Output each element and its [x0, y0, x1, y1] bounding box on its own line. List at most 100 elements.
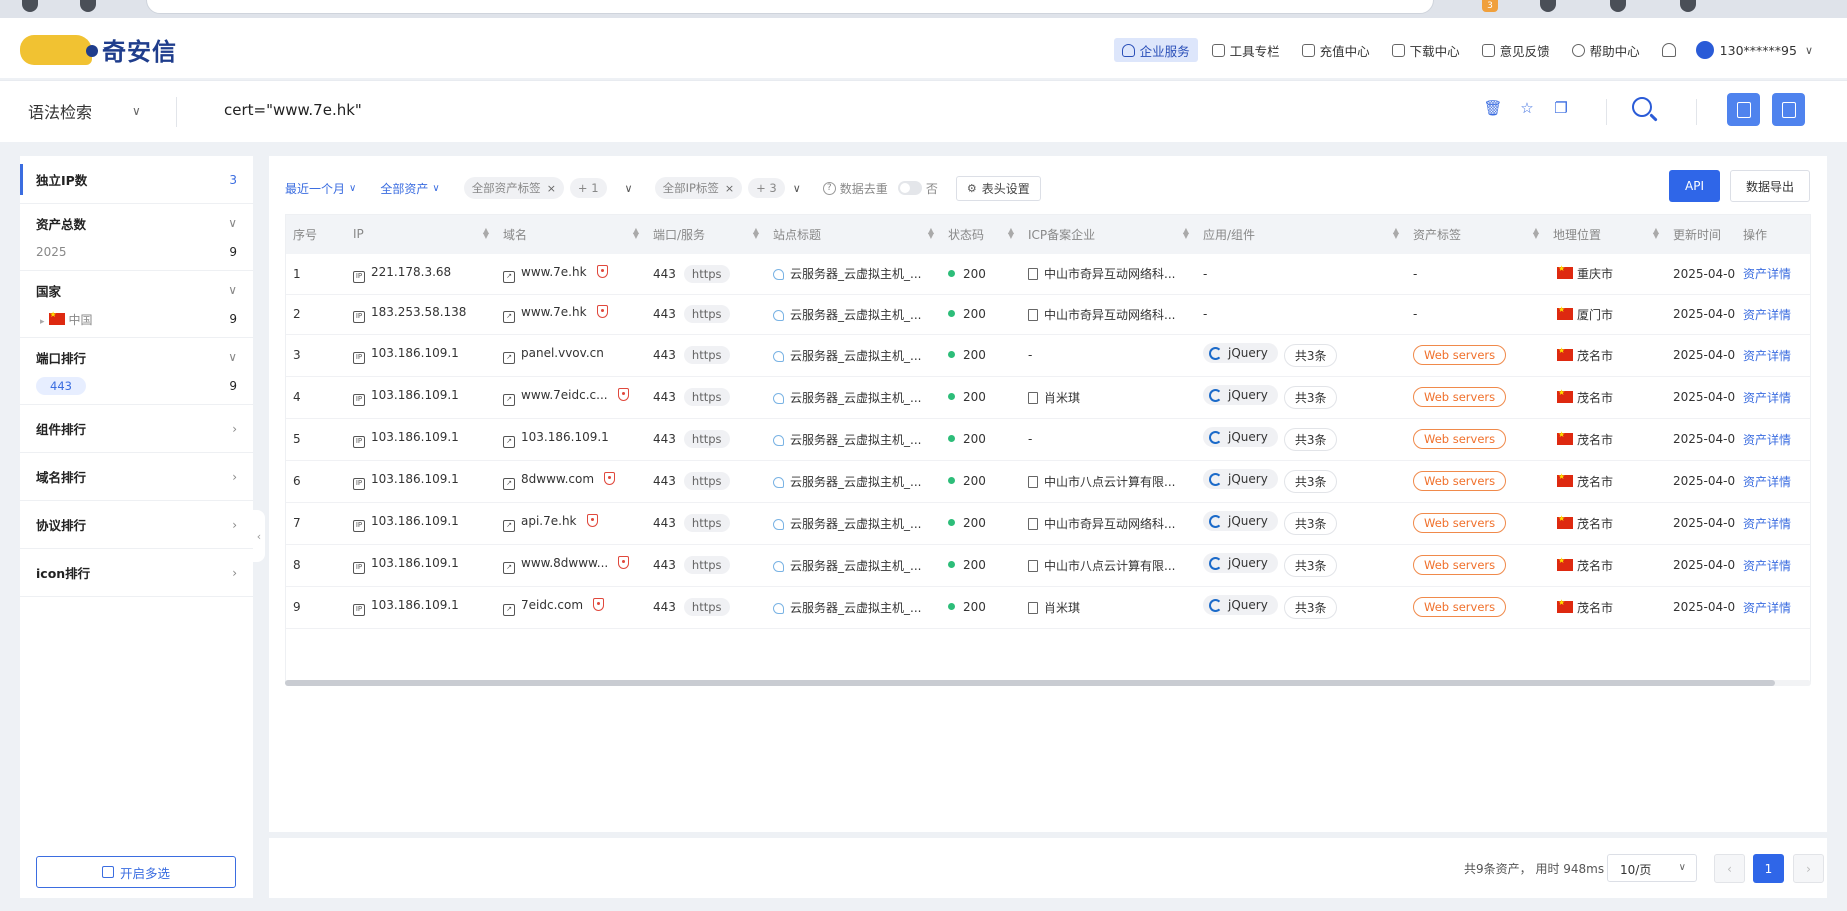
asset-scope-filter[interactable]: 全部资产 ∨	[380, 180, 439, 197]
scrollbar-thumb[interactable]	[285, 680, 1775, 686]
nav-feedback[interactable]: 意见反馈	[1474, 38, 1558, 62]
sort-icon[interactable]: ▲ ▼	[1393, 227, 1399, 240]
browser-icon[interactable]	[1540, 0, 1556, 12]
asset-tag[interactable]: Web servers	[1413, 555, 1507, 575]
asset-detail-link[interactable]: 资产详情	[1735, 334, 1811, 376]
sidebar-item-domain-rank[interactable]: 域名排行 ›	[20, 453, 253, 501]
asset-tag[interactable]: Web servers	[1413, 429, 1507, 449]
nav-recharge[interactable]: 充值中心	[1294, 38, 1378, 62]
link-out-icon[interactable]: ↗	[503, 436, 515, 448]
link-out-icon[interactable]: ↗	[503, 520, 515, 532]
close-icon[interactable]: ×	[547, 182, 556, 195]
search-mode-select[interactable]: 语法检索 ∨	[28, 99, 141, 123]
component-chip[interactable]: jQuery	[1203, 385, 1278, 406]
link-out-icon[interactable]: ↗	[503, 562, 515, 574]
ip-link[interactable]: 103.186.109.1	[371, 556, 459, 570]
icp-company[interactable]: 中山市奇异互动网络科...	[1044, 267, 1175, 281]
sort-icon[interactable]: ▲ ▼	[1653, 227, 1659, 240]
template-button[interactable]	[1727, 93, 1760, 126]
link-out-icon[interactable]: ↗	[503, 478, 515, 490]
sort-icon[interactable]: ▲ ▼	[1008, 227, 1014, 240]
ip-tag-filter[interactable]: 全部IP标签 × + 3 ∨	[654, 177, 801, 199]
ip-link[interactable]: 103.186.109.1	[371, 346, 459, 360]
sidebar-collapse-toggle[interactable]: ‹	[253, 510, 265, 562]
copy-icon[interactable]: ❐	[1552, 99, 1570, 117]
ip-link[interactable]: 103.186.109.1	[371, 598, 459, 612]
component-more-chip[interactable]: 共3条	[1283, 469, 1338, 493]
logo[interactable]: 奇安信	[20, 32, 177, 67]
browser-icon[interactable]	[80, 0, 96, 12]
column-settings-button[interactable]: ⚙ 表头设置	[955, 175, 1041, 201]
column-header[interactable]: 端口/服务 ▲ ▼	[645, 214, 765, 254]
search-button[interactable]	[1630, 95, 1660, 125]
export-button[interactable]: 数据导出	[1730, 170, 1810, 202]
link-out-icon[interactable]: ↗	[503, 352, 515, 364]
star-icon[interactable]: ☆	[1518, 99, 1536, 117]
domain-link[interactable]: api.7e.hk	[521, 514, 577, 528]
nav-download[interactable]: 下载中心	[1384, 38, 1468, 62]
question-icon[interactable]: ?	[822, 181, 836, 195]
ip-link[interactable]: 103.186.109.1	[371, 472, 459, 486]
column-header[interactable]: IP ▲ ▼	[345, 214, 495, 254]
column-header[interactable]: 应用/组件 ▲ ▼	[1195, 214, 1405, 254]
asset-detail-link[interactable]: 资产详情	[1735, 254, 1811, 294]
component-more-chip[interactable]: 共3条	[1283, 595, 1338, 619]
ip-link[interactable]: 103.186.109.1	[371, 514, 459, 528]
icp-company[interactable]: 中山市奇异互动网络科...	[1044, 517, 1175, 531]
component-more-chip[interactable]: 共3条	[1283, 427, 1338, 451]
link-out-icon[interactable]: ↗	[503, 604, 515, 616]
link-out-icon[interactable]: ↗	[503, 394, 515, 406]
component-more-chip[interactable]: 共3条	[1283, 385, 1338, 409]
sidebar-subitem[interactable]: 443 9	[36, 376, 237, 404]
ip-link[interactable]: 103.186.109.1	[371, 388, 459, 402]
column-header[interactable]: 序号	[285, 214, 345, 254]
domain-link[interactable]: 8dwww.com	[521, 472, 594, 486]
asset-tag[interactable]: Web servers	[1413, 345, 1507, 365]
browser-icon[interactable]	[22, 0, 38, 12]
next-page-button[interactable]: ›	[1793, 854, 1824, 883]
sidebar-subitem[interactable]: ▸ 中国 9	[36, 309, 237, 337]
trash-icon[interactable]: 🗑	[1483, 99, 1502, 117]
asset-tag-filter[interactable]: 全部资产标签 × + 1 ∨	[463, 177, 633, 199]
domain-link[interactable]: panel.vvov.cn	[521, 346, 604, 360]
link-out-icon[interactable]: ↗	[503, 270, 515, 283]
link-out-icon[interactable]: ↗	[503, 311, 515, 323]
asset-detail-link[interactable]: 资产详情	[1735, 418, 1811, 460]
column-header[interactable]: 域名 ▲ ▼	[495, 214, 645, 254]
component-more-chip[interactable]: 共3条	[1283, 511, 1338, 535]
ip-link[interactable]: 221.178.3.68	[371, 265, 451, 279]
column-header[interactable]: ICP备案企业 ▲ ▼	[1020, 214, 1195, 254]
component-chip[interactable]: jQuery	[1203, 553, 1278, 574]
icp-company[interactable]: 中山市奇异互动网络科...	[1044, 308, 1175, 322]
domain-link[interactable]: www.7eidc.c...	[521, 388, 608, 402]
column-header[interactable]: 状态码 ▲ ▼	[940, 214, 1020, 254]
column-header[interactable]: 更新时间	[1665, 214, 1735, 254]
page-number-button[interactable]: 1	[1753, 854, 1784, 883]
sort-icon[interactable]: ▲ ▼	[928, 227, 934, 240]
time-range-filter[interactable]: 最近一个月 ∨	[285, 180, 356, 197]
sidebar-item-protocol-rank[interactable]: 协议排行 ›	[20, 501, 253, 549]
column-header[interactable]: 地理位置 ▲ ▼	[1545, 214, 1665, 254]
multi-select-button[interactable]: 开启多选	[36, 856, 236, 888]
component-chip[interactable]: jQuery	[1203, 469, 1278, 490]
nav-tools[interactable]: 工具专栏	[1204, 38, 1288, 62]
icp-company[interactable]: 中山市八点云计算有限...	[1044, 559, 1175, 573]
sort-icon[interactable]: ▲ ▼	[1183, 227, 1189, 240]
saved-query-button[interactable]	[1772, 93, 1805, 126]
sidebar-item-country[interactable]: 国家 ∨ ▸ 中国 9	[20, 271, 253, 338]
asset-tag[interactable]: Web servers	[1413, 597, 1507, 617]
browser-icon[interactable]	[1610, 0, 1626, 12]
close-icon[interactable]: ×	[725, 182, 734, 195]
asset-detail-link[interactable]: 资产详情	[1735, 460, 1811, 502]
component-more-chip[interactable]: 共3条	[1283, 343, 1338, 367]
horizontal-scrollbar[interactable]	[285, 680, 1811, 686]
ip-link[interactable]: 183.253.58.138	[371, 305, 466, 319]
asset-detail-link[interactable]: 资产详情	[1735, 544, 1811, 586]
sidebar-subitem[interactable]: 2025 9	[36, 242, 237, 270]
icp-company[interactable]: 肖米琪	[1044, 601, 1080, 615]
api-button[interactable]: API	[1669, 170, 1720, 202]
address-bar[interactable]	[146, 0, 1434, 14]
component-chip[interactable]: jQuery	[1203, 595, 1278, 616]
sort-icon[interactable]: ▲ ▼	[633, 227, 639, 240]
bell-icon[interactable]	[1661, 43, 1676, 57]
